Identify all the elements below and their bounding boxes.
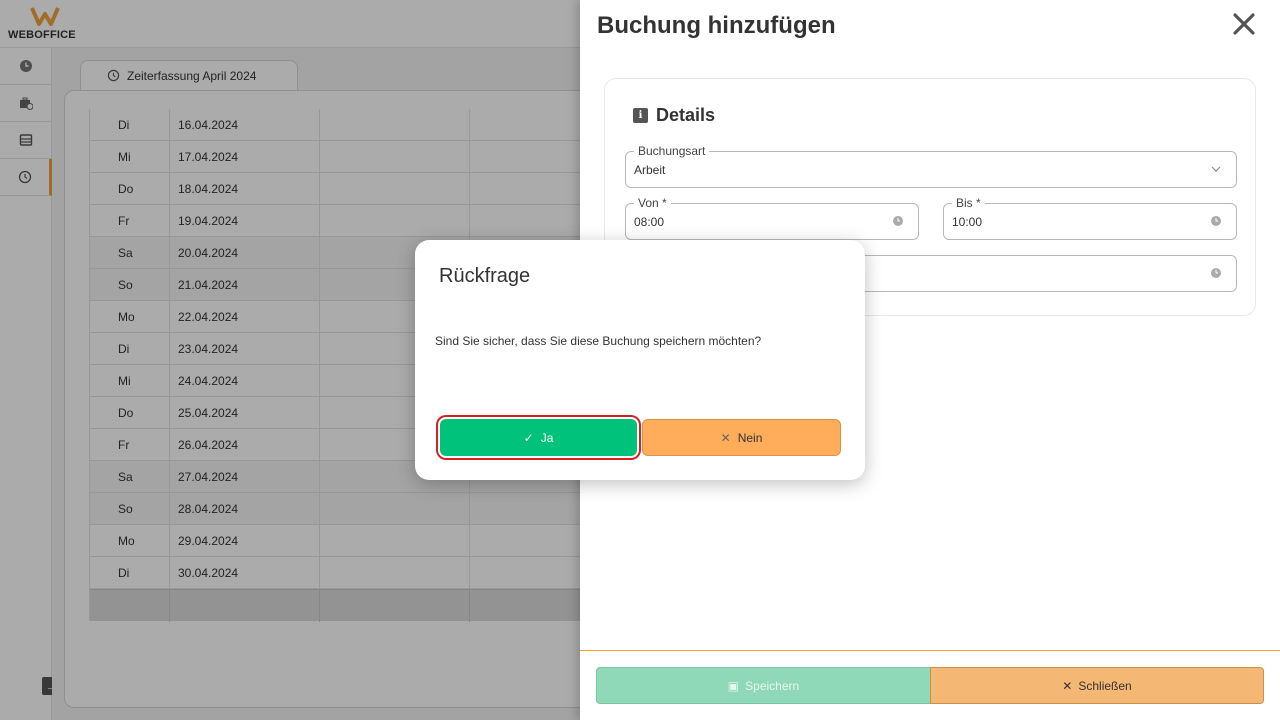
to-time-field[interactable]: Bis * 10:00	[943, 196, 1237, 240]
no-label: Nein	[737, 430, 763, 445]
from-value: 08:00	[634, 215, 665, 229]
confirm-dialog: Rückfrage Sind Sie sicher, dass Sie dies…	[415, 240, 865, 480]
drawer-title: Buchung hinzufügen	[597, 12, 836, 39]
close-label: Schließen	[1078, 678, 1132, 693]
clock-icon[interactable]	[1210, 215, 1222, 227]
clock-icon[interactable]	[1210, 267, 1222, 279]
to-value: 10:00	[952, 215, 983, 229]
no-button[interactable]: ✕ Nein	[642, 419, 841, 456]
close-button[interactable]: ✕ Schließen	[930, 667, 1264, 704]
yes-label: Ja	[540, 430, 554, 445]
close-icon[interactable]	[1230, 10, 1258, 38]
chevron-down-icon	[1211, 166, 1221, 172]
from-label: Von *	[634, 196, 671, 210]
x-icon: ✕	[1062, 678, 1073, 693]
check-icon: ✓	[523, 430, 534, 445]
x-icon: ✕	[720, 430, 731, 445]
save-icon: ▣	[727, 678, 740, 693]
dialog-message: Sind Sie sicher, dass Sie diese Buchung …	[435, 334, 762, 348]
clock-icon[interactable]	[892, 215, 904, 227]
yes-button[interactable]: ✓ Ja	[440, 419, 637, 456]
drawer-footer: ▣ Speichern ✕ Schließen	[580, 650, 1280, 720]
details-header: i Details	[633, 105, 715, 126]
from-time-field[interactable]: Von * 08:00	[625, 196, 919, 240]
save-button[interactable]: ▣ Speichern	[596, 667, 931, 704]
booking-type-label: Buchungsart	[634, 144, 710, 158]
info-icon: i	[633, 108, 648, 123]
booking-type-select[interactable]: Buchungsart Arbeit	[625, 144, 1237, 188]
save-label: Speichern	[745, 678, 800, 693]
booking-type-value: Arbeit	[634, 163, 666, 177]
to-label: Bis *	[952, 196, 985, 210]
details-title: Details	[656, 105, 716, 125]
dialog-title: Rückfrage	[439, 265, 531, 287]
